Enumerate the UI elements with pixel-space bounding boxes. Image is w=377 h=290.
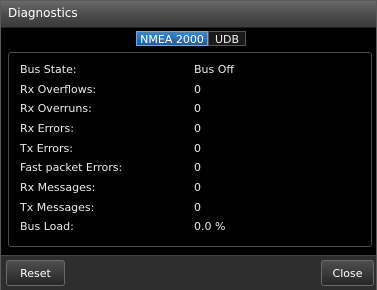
row-value: Bus Off: [194, 63, 234, 76]
reset-button[interactable]: Reset: [6, 260, 65, 286]
button-bar: Reset Close: [1, 255, 376, 290]
diagnostics-window: Diagnostics NMEA 2000 UDB Bus State: Bus…: [0, 0, 377, 290]
close-button[interactable]: Close: [321, 260, 374, 286]
row-label: Rx Errors:: [20, 122, 74, 135]
row-label: Rx Overruns:: [20, 102, 92, 115]
row-label: Bus State:: [20, 63, 77, 76]
row-value: 0: [194, 142, 201, 155]
row-value: 0: [194, 102, 201, 115]
row-label: Tx Errors:: [20, 142, 73, 155]
row-label: Bus Load:: [20, 220, 74, 233]
row-value: 0: [194, 201, 201, 214]
tab-bar: NMEA 2000 UDB: [136, 31, 246, 46]
row-label: Fast packet Errors:: [20, 161, 123, 174]
title-bar: Diagnostics: [1, 1, 376, 28]
diagnostics-panel: Bus State: Bus Off Rx Overflows: 0 Rx Ov…: [8, 52, 372, 247]
window-title: Diagnostics: [8, 6, 78, 20]
row-value: 0: [194, 83, 201, 96]
row-value: 0: [194, 181, 201, 194]
row-value: 0: [194, 161, 201, 174]
tab-udb[interactable]: UDB: [208, 31, 246, 46]
tab-nmea-2000[interactable]: NMEA 2000: [136, 31, 208, 46]
row-label: Rx Messages:: [20, 181, 96, 194]
row-value: 0: [194, 122, 201, 135]
row-value: 0.0 %: [194, 220, 226, 233]
row-label: Tx Messages:: [20, 201, 95, 214]
row-label: Rx Overflows:: [20, 83, 97, 96]
